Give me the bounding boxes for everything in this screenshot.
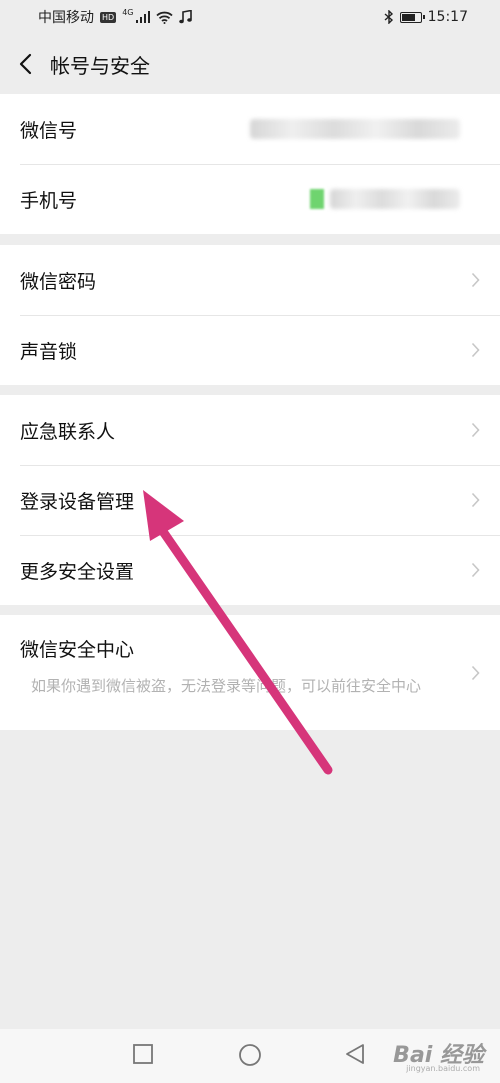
- chevron-right-icon: [471, 492, 480, 508]
- header: 帐号与安全: [0, 34, 500, 94]
- devices-group: 应急联系人 登录设备管理 更多安全设置: [0, 395, 500, 605]
- emergency-contact-label: 应急联系人: [20, 420, 116, 443]
- carrier-label: 中国移动: [38, 10, 94, 26]
- chevron-right-icon: [471, 272, 480, 288]
- watermark-sub: jingyan.baidu.com: [406, 1064, 480, 1073]
- security-center-desc: 如果你遇到微信被盗，无法登录等问题，可以前往安全中心: [31, 677, 422, 695]
- wifi-icon: [156, 11, 174, 24]
- security-center-group: 微信安全中心 如果你遇到微信被盗，无法登录等问题，可以前往安全中心: [0, 615, 500, 730]
- phone-label: 手机号: [20, 189, 78, 212]
- battery-level-fill: [401, 13, 415, 21]
- triangle-back-icon[interactable]: [344, 1043, 366, 1065]
- wechat-password-row[interactable]: 微信密码: [0, 245, 500, 315]
- screen: 中国移动 HD 4G 15:17 帐号与安全 微信号 手机号 微信密码 声音锁 …: [0, 0, 500, 1083]
- wechat-id-label: 微信号: [20, 119, 78, 142]
- battery-icon: [399, 11, 425, 23]
- wechat-id-row[interactable]: 微信号: [0, 94, 500, 164]
- device-management-label: 登录设备管理: [20, 490, 135, 513]
- chevron-right-icon: [471, 422, 480, 438]
- square-icon[interactable]: [132, 1043, 154, 1065]
- chevron-left-icon: [19, 53, 32, 75]
- network-type-label: 4G: [122, 7, 134, 17]
- security-center-title: 微信安全中心: [20, 639, 135, 661]
- wechat-password-label: 微信密码: [20, 270, 97, 293]
- phone-row[interactable]: 手机号: [0, 164, 500, 234]
- password-group: 微信密码 声音锁: [0, 245, 500, 385]
- status-left: 中国移动 HD 4G: [38, 7, 193, 27]
- status-bar: 中国移动 HD 4G 15:17: [0, 0, 500, 34]
- status-right: 15:17: [384, 9, 468, 25]
- signal-icon: [136, 11, 151, 23]
- page-title: 帐号与安全: [50, 53, 150, 78]
- chevron-right-icon: [471, 342, 480, 358]
- chevron-right-icon: [471, 562, 480, 578]
- emergency-contact-row[interactable]: 应急联系人: [0, 395, 500, 465]
- wechat-id-value-blurred: [250, 119, 460, 139]
- hd-badge: HD: [100, 11, 117, 23]
- clock-label: 15:17: [427, 9, 468, 25]
- back-button[interactable]: [0, 34, 50, 94]
- device-management-row[interactable]: 登录设备管理: [0, 465, 500, 535]
- music-note-icon: [179, 10, 193, 24]
- more-security-row[interactable]: 更多安全设置: [0, 535, 500, 605]
- bluetooth-icon: [384, 10, 394, 24]
- phone-flag-blurred: [310, 189, 324, 209]
- voice-lock-label: 声音锁: [20, 340, 78, 363]
- voice-lock-row[interactable]: 声音锁: [0, 315, 500, 385]
- security-center-row[interactable]: 微信安全中心 如果你遇到微信被盗，无法登录等问题，可以前往安全中心: [0, 615, 500, 730]
- phone-value-blurred: [330, 189, 460, 209]
- circle-icon[interactable]: [238, 1043, 262, 1067]
- account-group: 微信号 手机号: [0, 94, 500, 234]
- chevron-right-icon: [471, 665, 480, 680]
- more-security-label: 更多安全设置: [20, 560, 135, 583]
